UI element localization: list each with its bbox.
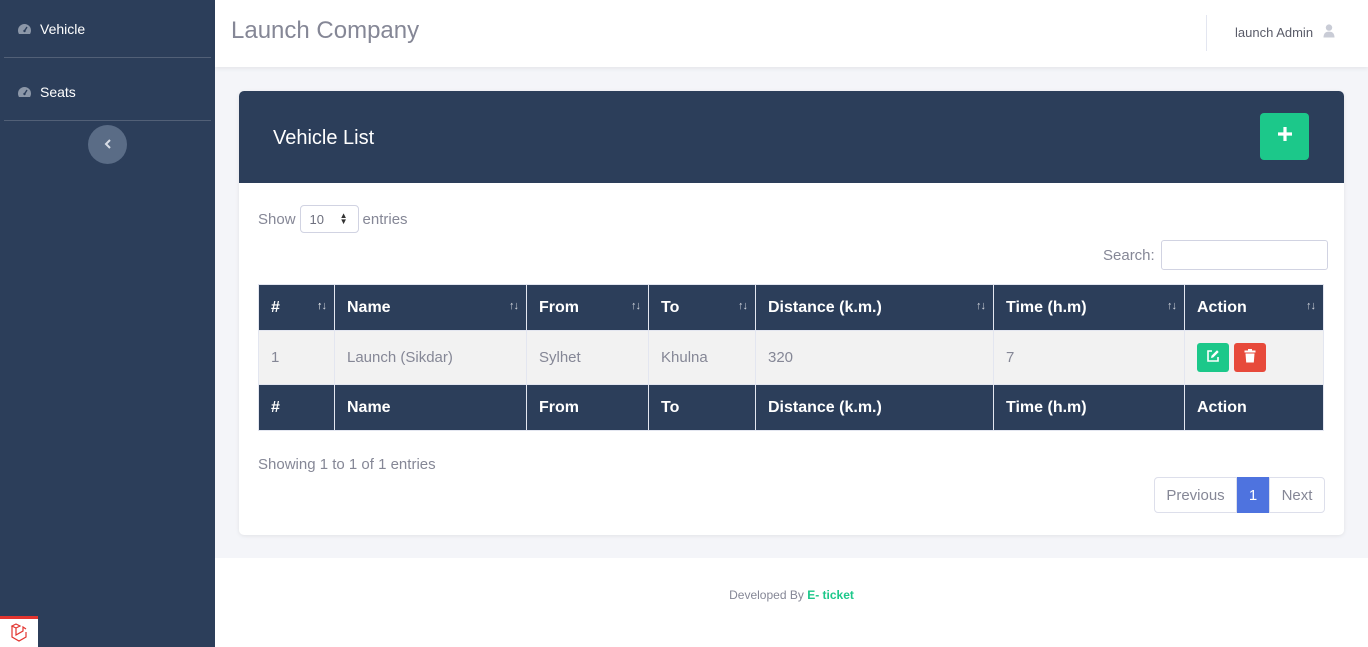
sidebar-item-label: Vehicle <box>40 20 86 37</box>
sort-icon: ↑↓ <box>976 300 986 312</box>
footer: Developed By E- ticket <box>215 558 1368 647</box>
cell-from: Sylhet <box>526 330 649 385</box>
entries-length-control: Show 10 ▲ ▼ entries <box>258 205 408 233</box>
cell-time: 7 <box>993 330 1185 385</box>
column-header-distance[interactable]: Distance (k.m.) ↑↓ <box>755 284 994 331</box>
vehicle-list-card: Vehicle List Show 10 ▲ ▼ entries Search: … <box>239 91 1344 535</box>
user-name: launch Admin <box>1235 24 1314 40</box>
footer-col-name: Name <box>334 384 527 431</box>
cell-distance: 320 <box>755 330 994 385</box>
entries-select-value: 10 <box>309 211 324 227</box>
column-header-num[interactable]: # ↑↓ <box>258 284 335 331</box>
sidebar-item-seats[interactable]: Seats <box>0 63 215 120</box>
footer-col-num: # <box>258 384 335 431</box>
entries-select[interactable]: 10 ▲ ▼ <box>299 205 359 233</box>
cell-action <box>1184 330 1324 385</box>
select-caret-icon: ▲ ▼ <box>339 211 348 226</box>
table-info: Showing 1 to 1 of 1 entries <box>258 456 436 473</box>
user-menu[interactable]: launch Admin <box>1235 24 1337 40</box>
topbar-divider <box>1206 15 1207 51</box>
column-header-from[interactable]: From ↑↓ <box>526 284 649 331</box>
sidebar: Vehicle Seats <box>0 0 215 647</box>
sort-icon: ↑↓ <box>1167 300 1177 312</box>
user-icon <box>1323 24 1337 40</box>
search-label: Search: <box>1103 246 1155 264</box>
footer-col-to: To <box>648 384 756 431</box>
sort-icon: ↑↓ <box>631 300 641 312</box>
table-row: 1 Launch (Sikdar) Sylhet Khulna 320 7 <box>258 330 1324 385</box>
page-1-button[interactable]: 1 <box>1237 477 1269 513</box>
footer-col-distance: Distance (k.m.) <box>755 384 994 431</box>
edit-icon <box>1206 349 1220 367</box>
chevron-left-icon <box>104 136 112 154</box>
footer-col-time: Time (h.m) <box>993 384 1185 431</box>
vehicle-table: # ↑↓ Name ↑↓ From ↑↓ To ↑↓ Distance (k.m.) ↑↓… <box>258 284 1324 431</box>
next-page-button[interactable]: Next <box>1269 477 1325 513</box>
column-header-to[interactable]: To ↑↓ <box>648 284 756 331</box>
sort-icon: ↑↓ <box>738 300 748 312</box>
footer-brand-link[interactable]: E- ticket <box>807 588 854 602</box>
pagination: Previous 1 Next <box>1154 477 1325 513</box>
card-header: Vehicle List <box>239 91 1344 183</box>
page-title: Launch Company <box>231 17 420 44</box>
search-input[interactable] <box>1160 240 1328 270</box>
sidebar-toggle-button[interactable] <box>88 125 127 164</box>
sort-icon: ↑↓ <box>509 300 519 312</box>
sidebar-divider <box>4 57 211 58</box>
table-footer-row: # Name From To Distance (k.m.) Time (h.m… <box>258 384 1324 431</box>
footer-col-from: From <box>526 384 649 431</box>
trash-icon <box>1244 348 1256 367</box>
delete-button[interactable] <box>1234 343 1267 372</box>
sidebar-divider <box>4 120 211 121</box>
entries-label: entries <box>362 210 408 228</box>
laravel-logo[interactable] <box>0 616 38 647</box>
cell-to: Khulna <box>648 330 756 385</box>
tachometer-icon <box>16 84 32 100</box>
footer-prefix: Developed By <box>729 588 804 602</box>
sort-icon: ↑↓ <box>317 300 327 312</box>
column-header-time[interactable]: Time (h.m) ↑↓ <box>993 284 1185 331</box>
column-header-name[interactable]: Name ↑↓ <box>334 284 527 331</box>
plus-icon <box>1276 125 1294 148</box>
table-header-row: # ↑↓ Name ↑↓ From ↑↓ To ↑↓ Distance (k.m.) ↑↓… <box>258 284 1324 331</box>
sidebar-item-vehicle[interactable]: Vehicle <box>0 0 215 57</box>
cell-num: 1 <box>258 330 335 385</box>
sort-icon: ↑↓ <box>1306 300 1316 312</box>
column-header-action[interactable]: Action ↑↓ <box>1184 284 1324 331</box>
topbar: Launch Company launch Admin <box>215 0 1368 67</box>
sidebar-item-label: Seats <box>40 83 76 100</box>
cell-name: Launch (Sikdar) <box>334 330 527 385</box>
search-control: Search: <box>1103 240 1328 270</box>
previous-page-button[interactable]: Previous <box>1154 477 1237 513</box>
show-label: Show <box>258 210 296 228</box>
tachometer-icon <box>16 21 32 37</box>
add-vehicle-button[interactable] <box>1260 113 1309 160</box>
footer-col-action: Action <box>1184 384 1324 431</box>
card-title: Vehicle List <box>273 127 375 149</box>
edit-button[interactable] <box>1197 343 1229 372</box>
